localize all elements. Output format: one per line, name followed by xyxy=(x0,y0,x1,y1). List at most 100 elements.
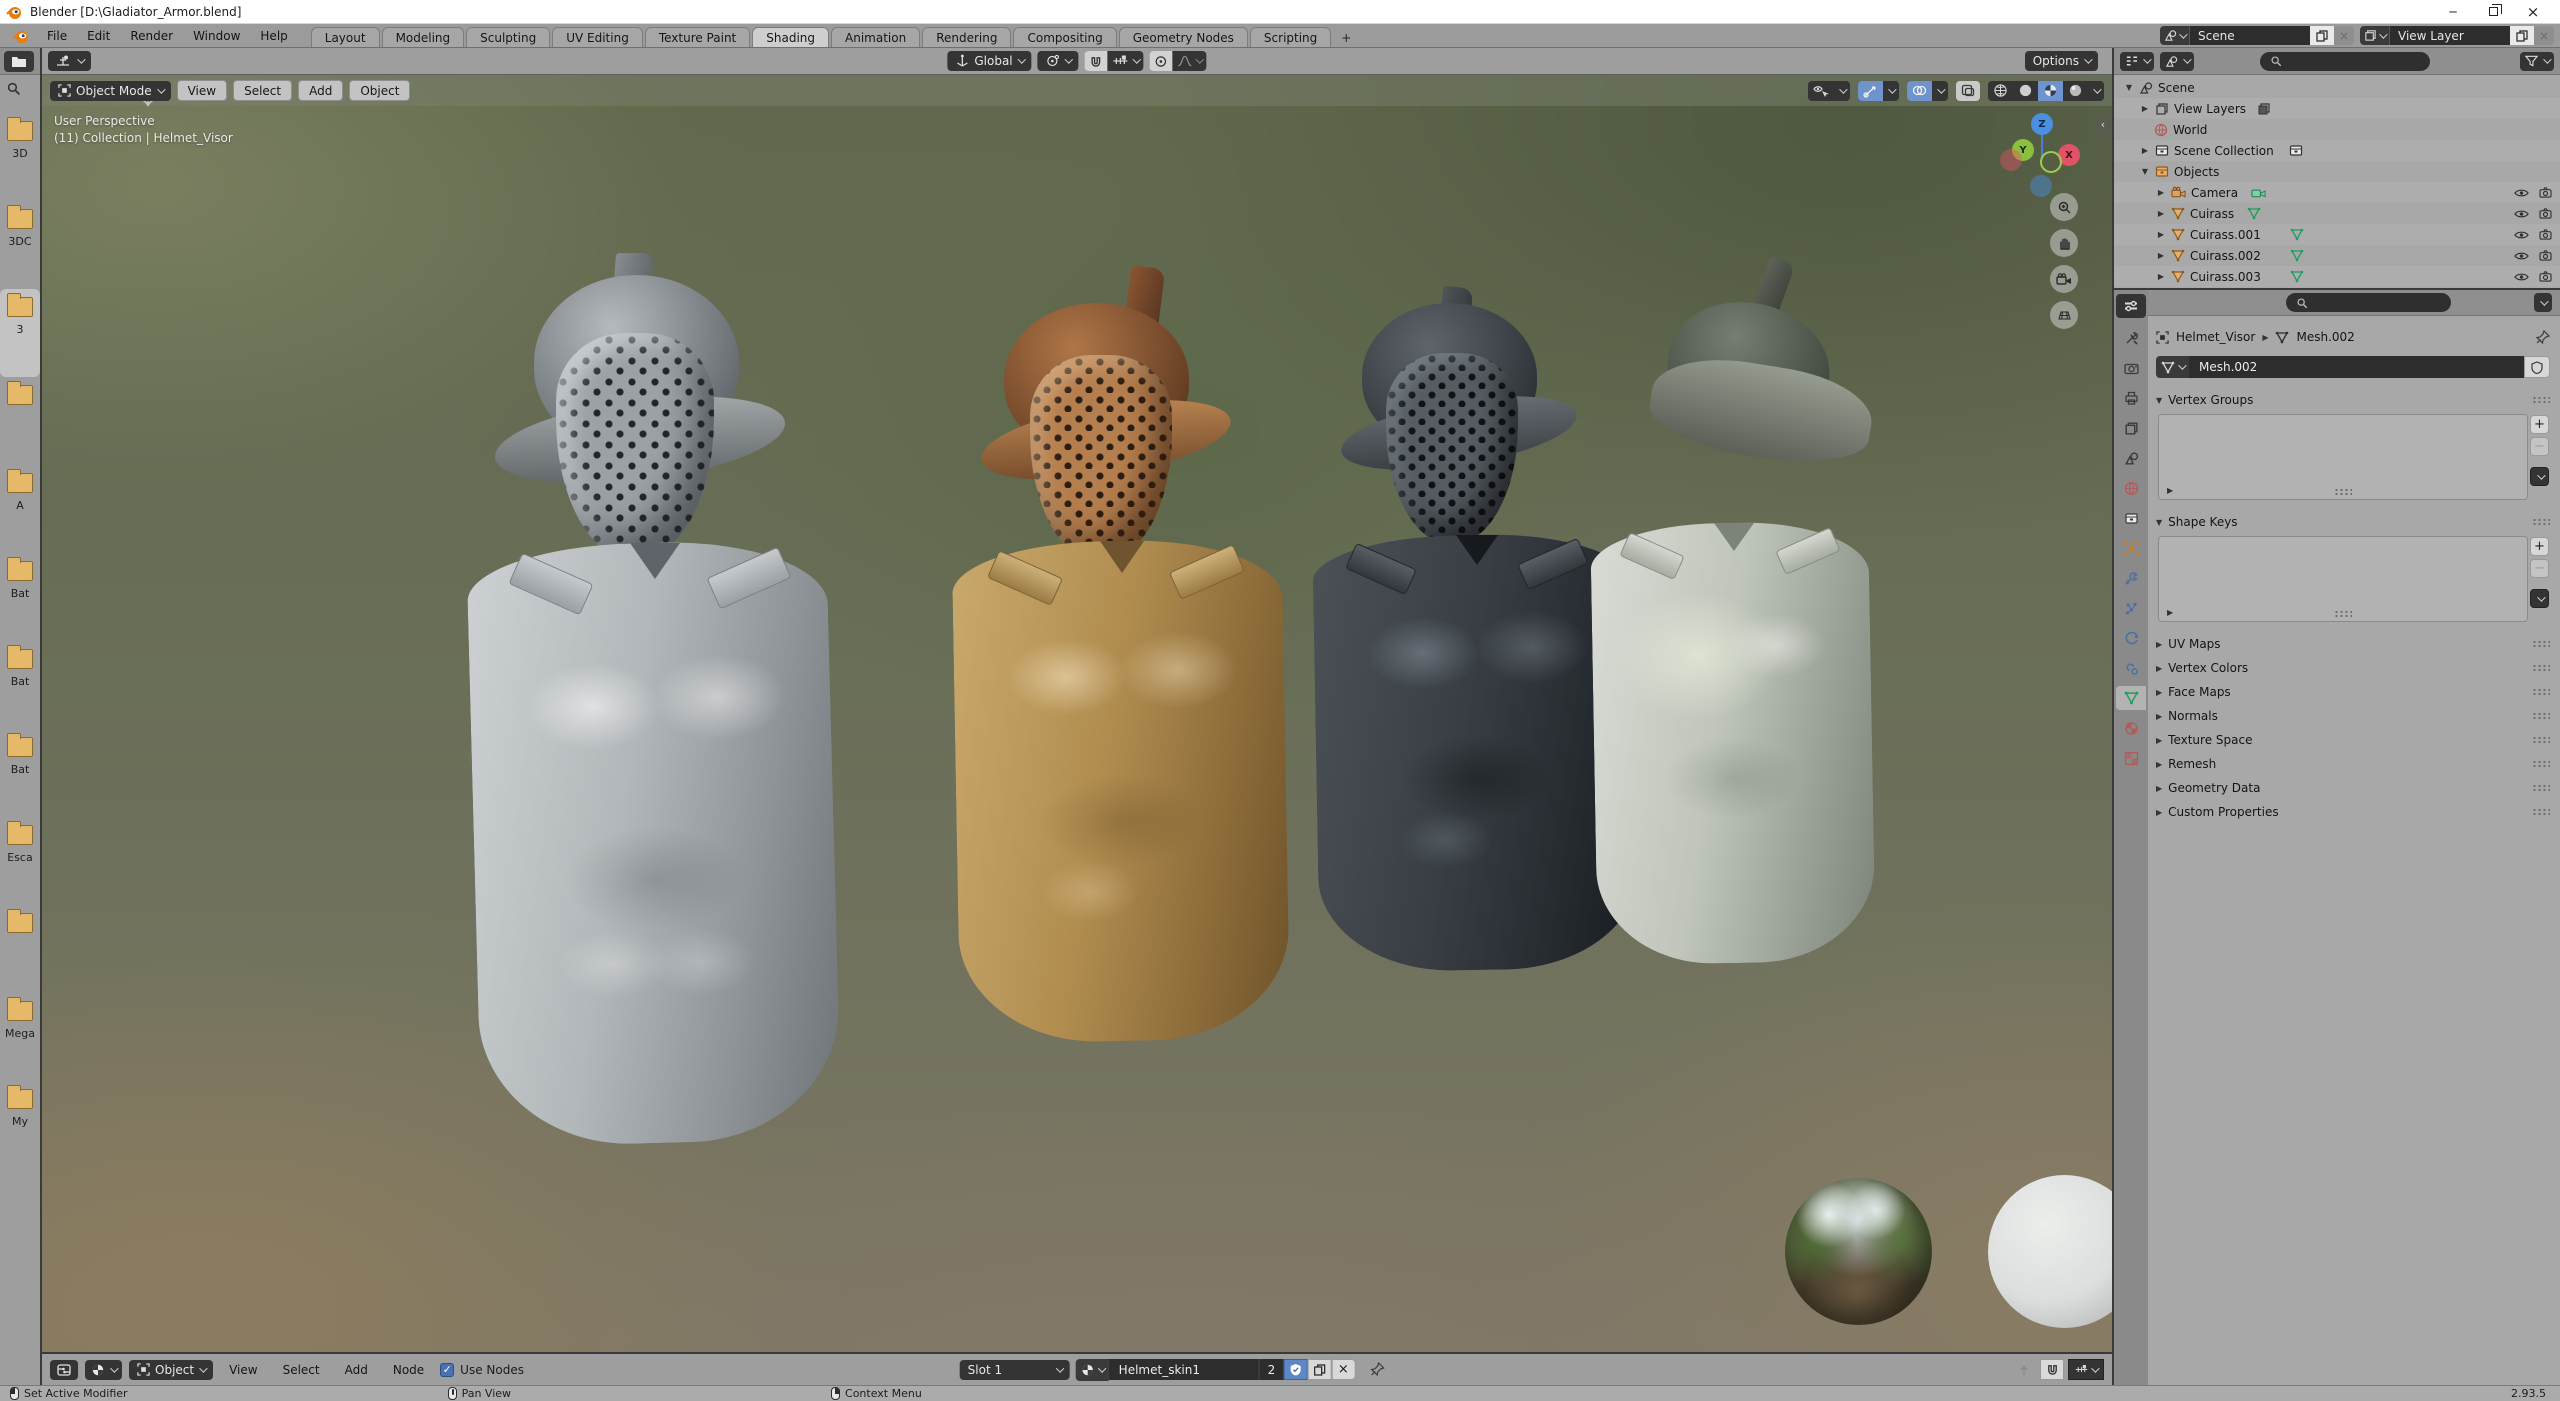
shape-keys-list[interactable]: ▶ + − xyxy=(2158,536,2549,622)
browse-material-button[interactable] xyxy=(1075,1358,1109,1381)
expand-arrow-icon[interactable]: ▶ xyxy=(2156,209,2166,218)
outliner-search-input[interactable] xyxy=(2260,51,2430,71)
view-layer-browse-button[interactable] xyxy=(2360,26,2390,45)
armor2-cuirass[interactable] xyxy=(951,538,1291,1044)
disable-render-camera-icon[interactable] xyxy=(2539,271,2552,282)
browse-mesh-button[interactable] xyxy=(2156,356,2189,378)
gizmo-axis-x-neg[interactable] xyxy=(2000,149,2022,171)
viewport-menu-add[interactable]: Add xyxy=(298,80,344,101)
tab-layout[interactable]: Layout xyxy=(310,27,380,47)
outliner-row-objects[interactable]: ▼ Objects xyxy=(2114,161,2560,182)
disable-render-camera-icon[interactable] xyxy=(2539,250,2552,261)
tab-view-layer[interactable] xyxy=(2116,416,2146,440)
tab-material[interactable] xyxy=(2116,716,2146,740)
remove-shape-key-button[interactable]: − xyxy=(2530,559,2549,578)
use-nodes-option[interactable]: ✓ Use Nodes xyxy=(440,1362,524,1377)
chevron-down-icon[interactable] xyxy=(1883,81,1899,101)
outliner-row-scene-collection[interactable]: ▶ Scene Collection xyxy=(2114,140,2560,161)
show-overlays-toggle[interactable] xyxy=(1907,80,1932,101)
shader-menu-select[interactable]: Select xyxy=(274,1361,329,1379)
folder-item[interactable]: Bat xyxy=(0,729,40,817)
list-expander-arrow[interactable]: ▶ xyxy=(2167,608,2173,617)
add-workspace-button[interactable]: + xyxy=(1333,29,1359,47)
panel-grip-handle[interactable] xyxy=(2532,640,2550,648)
pivot-point-dropdown[interactable] xyxy=(1037,51,1079,71)
new-view-layer-button[interactable] xyxy=(2510,26,2534,45)
editor-type-button[interactable] xyxy=(4,50,34,72)
tab-constraints[interactable] xyxy=(2116,656,2146,680)
search-icon[interactable] xyxy=(6,81,21,96)
tab-world[interactable] xyxy=(2116,476,2146,500)
tab-compositing[interactable]: Compositing xyxy=(1013,27,1117,47)
breadcrumb-data[interactable]: Mesh.002 xyxy=(2296,330,2354,344)
chevron-down-icon[interactable] xyxy=(1932,81,1948,101)
shader-menu-node[interactable]: Node xyxy=(384,1361,433,1379)
proportional-falloff-dropdown[interactable] xyxy=(1173,51,1207,71)
add-shape-key-button[interactable]: + xyxy=(2530,537,2549,556)
expand-arrow-icon[interactable]: ▶ xyxy=(2156,251,2166,260)
menu-render[interactable]: Render xyxy=(121,27,182,45)
wireframe-shading-button[interactable] xyxy=(1988,81,2013,101)
panel-remesh[interactable]: ▶ Remesh xyxy=(2156,752,2550,776)
material-name-field[interactable]: Helmet_skin1 xyxy=(1108,1359,1259,1380)
panel-grip-handle[interactable] xyxy=(2532,736,2550,744)
folder-item[interactable]: Bat xyxy=(0,641,40,729)
folder-item-selected[interactable]: 3 xyxy=(0,289,40,377)
panel-grip-handle[interactable] xyxy=(2532,688,2550,696)
outliner-row-scene[interactable]: ▼ Scene xyxy=(2114,77,2560,98)
material-preview-shading-button[interactable] xyxy=(2038,80,2063,101)
object-types-visibility-button[interactable] xyxy=(1808,81,1834,101)
chevron-down-icon[interactable] xyxy=(2088,81,2104,101)
properties-editor-type-button[interactable] xyxy=(2116,294,2146,318)
outliner-row-cuirass-001[interactable]: ▶ Cuirass.001 xyxy=(2114,224,2560,245)
armor4-cuirass[interactable] xyxy=(1590,520,1876,966)
fake-user-shield-toggle[interactable] xyxy=(1283,1359,1308,1380)
folder-item[interactable]: Esca xyxy=(0,817,40,905)
remove-view-layer-button[interactable]: × xyxy=(2534,26,2554,45)
outliner-scene-filter-dropdown[interactable] xyxy=(2160,51,2194,71)
unlink-scene-button[interactable]: × xyxy=(2334,26,2354,45)
material-users-count[interactable]: 2 xyxy=(1258,1359,1284,1380)
blender-logo-icon[interactable] xyxy=(12,28,30,44)
tab-shading[interactable]: Shading xyxy=(752,27,829,47)
tab-rendering[interactable]: Rendering xyxy=(922,27,1012,47)
snap-toggle[interactable] xyxy=(1084,51,1108,71)
tab-object-data[interactable] xyxy=(2116,686,2146,710)
zoom-button[interactable] xyxy=(2050,193,2078,221)
tab-animation[interactable]: Animation xyxy=(831,27,921,47)
shape-key-specials-dropdown[interactable] xyxy=(2530,589,2549,608)
breadcrumb-object[interactable]: Helmet_Visor xyxy=(2176,330,2255,344)
panel-grip-handle[interactable] xyxy=(2532,518,2550,526)
panel-grip-handle[interactable] xyxy=(2532,712,2550,720)
expand-arrow-icon[interactable]: ▶ xyxy=(2140,104,2150,113)
armor1-cuirass[interactable] xyxy=(466,538,842,1148)
expand-arrow-icon[interactable]: ▼ xyxy=(2124,83,2134,92)
chevron-down-icon[interactable] xyxy=(1834,81,1850,101)
snap-target-dropdown[interactable] xyxy=(1108,51,1144,71)
tab-collection[interactable] xyxy=(2116,506,2146,530)
3d-viewport[interactable]: User Perspective (11) Collection | Helme… xyxy=(42,75,2112,1352)
disable-render-camera-icon[interactable] xyxy=(2539,208,2552,219)
panel-custom-properties[interactable]: ▶ Custom Properties xyxy=(2156,800,2550,824)
folder-item[interactable]: 3D xyxy=(0,113,40,201)
folder-item[interactable]: Bat xyxy=(0,553,40,641)
vertex-groups-panel-header[interactable]: ▼ Vertex Groups xyxy=(2156,388,2550,412)
hide-viewport-eye-icon[interactable] xyxy=(2514,230,2529,240)
tab-output[interactable] xyxy=(2116,386,2146,410)
tab-texture[interactable] xyxy=(2116,746,2146,770)
node-snap-toggle[interactable] xyxy=(2040,1359,2064,1380)
folder-item[interactable] xyxy=(0,905,40,993)
scene-name-field[interactable]: Scene xyxy=(2190,26,2310,45)
hide-viewport-eye-icon[interactable] xyxy=(2514,272,2529,282)
folder-item[interactable]: My xyxy=(0,1081,40,1169)
tab-particles[interactable] xyxy=(2116,596,2146,620)
shape-keys-panel-header[interactable]: ▼ Shape Keys xyxy=(2156,510,2550,534)
outliner-display-mode-dropdown[interactable] xyxy=(2120,51,2154,71)
outliner-row-view-layers[interactable]: ▶ View Layers xyxy=(2114,98,2560,119)
unlink-material-button[interactable]: × xyxy=(1331,1359,1356,1380)
use-nodes-checkbox[interactable]: ✓ xyxy=(440,1362,455,1377)
armor3-helmet-visor[interactable] xyxy=(1386,353,1518,545)
viewport-menu-view[interactable]: View xyxy=(176,80,228,101)
panel-vertex-colors[interactable]: ▶ Vertex Colors xyxy=(2156,656,2550,680)
vertex-group-specials-dropdown[interactable] xyxy=(2530,467,2549,486)
